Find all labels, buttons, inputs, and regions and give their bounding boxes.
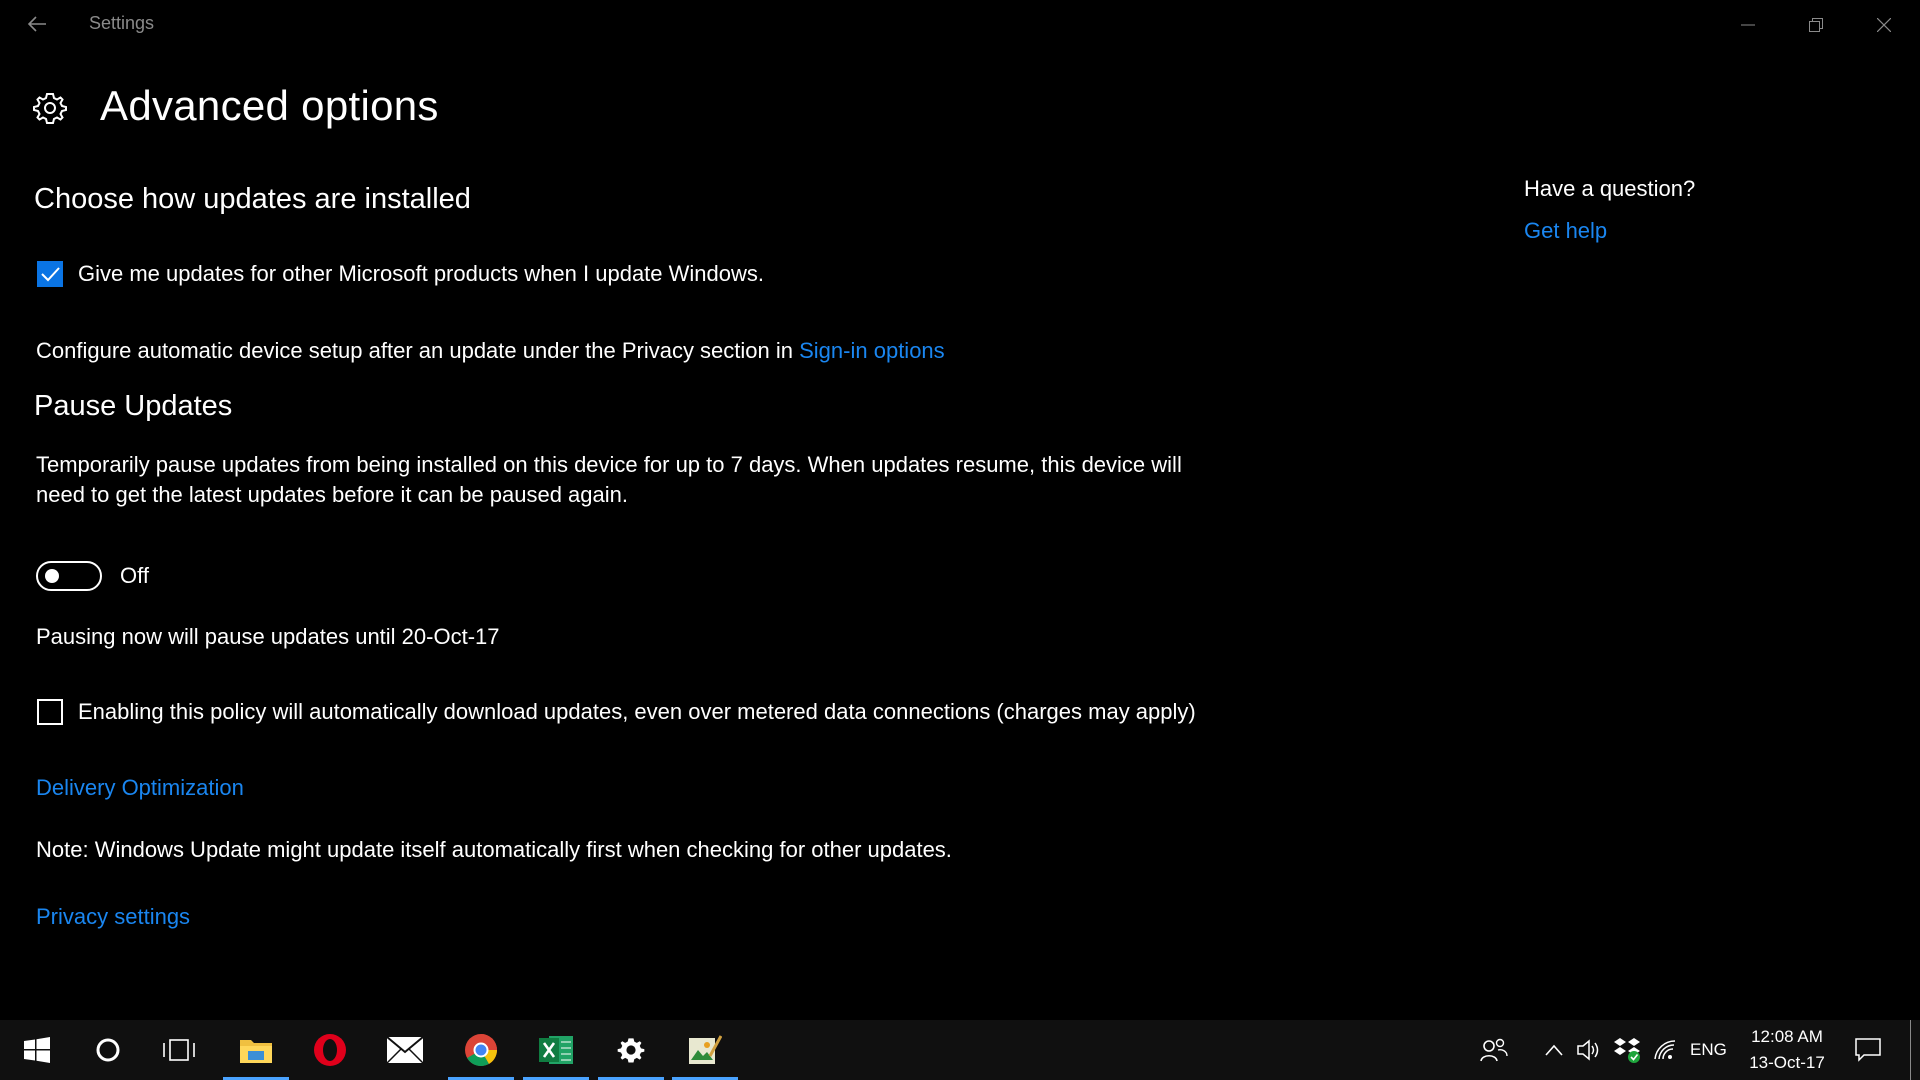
excel-icon [539,1036,573,1064]
pause-description-line-2: need to get the latest updates before it… [36,482,629,507]
page-title: Advanced options [100,82,439,129]
pause-updates-toggle[interactable] [36,561,102,591]
dropbox-icon [1614,1038,1640,1063]
clock-date: 13-Oct-17 [1749,1053,1825,1072]
excel-button[interactable] [519,1020,593,1080]
toggle-knob [45,569,59,583]
back-arrow-icon [27,16,46,32]
install-section-heading: Choose how updates are installed [34,183,471,215]
clock-time: 12:08 AM [1751,1027,1823,1046]
start-button[interactable] [0,1020,74,1080]
file-explorer-button[interactable] [219,1020,293,1080]
pause-description: Temporarily pause updates from being ins… [36,450,1182,510]
configure-text: Configure automatic device setup after a… [36,336,945,366]
chevron-up-icon [1545,1044,1563,1056]
privacy-settings-link[interactable]: Privacy settings [36,902,190,932]
chrome-icon [465,1034,498,1067]
gear-icon [32,90,68,126]
mail-button[interactable] [368,1020,442,1080]
people-button[interactable] [1466,1020,1522,1080]
update-note: Note: Windows Update might update itself… [36,837,952,862]
close-icon [1877,18,1891,32]
clock[interactable]: 12:08 AM 13-Oct-17 [1742,1024,1832,1076]
speaker-icon [1577,1039,1599,1061]
input-language-indicator[interactable]: ENG [1690,1040,1727,1060]
sign-in-options-link[interactable]: Sign-in options [799,338,945,363]
get-help-link[interactable]: Get help [1524,216,1607,246]
close-button[interactable] [1850,0,1918,50]
window-title: Settings [89,13,155,33]
cortana-button[interactable] [71,1020,145,1080]
mail-envelope-icon [387,1037,423,1063]
pause-until-text: Pausing now will pause updates until 20-… [36,624,500,649]
action-center-button[interactable] [1840,1020,1896,1080]
task-view-button[interactable] [142,1020,216,1080]
metered-connections-label[interactable]: Enabling this policy will automatically … [78,697,1196,727]
checkmark-icon [41,267,60,282]
minimize-icon [1741,24,1755,26]
network-button[interactable] [1643,1020,1689,1080]
pause-section-heading: Pause Updates [34,390,233,422]
notification-icon [1855,1038,1881,1062]
help-question: Have a question? [1524,176,1696,201]
people-icon [1480,1038,1508,1062]
settings-button[interactable] [594,1020,668,1080]
minimize-button[interactable] [1714,0,1782,50]
folder-icon [240,1040,272,1063]
pause-description-line-1: Temporarily pause updates from being ins… [36,452,1182,477]
configure-description: Configure automatic device setup after a… [36,338,800,363]
taskbar: ENG 12:08 AM 13-Oct-17 [0,1020,1920,1080]
windows-logo-icon [24,1037,50,1063]
cortana-circle-icon [96,1038,120,1062]
opera-button[interactable] [293,1020,367,1080]
show-desktop-button[interactable] [1910,1020,1920,1080]
restore-button[interactable] [1782,0,1850,50]
back-button[interactable] [18,6,56,42]
image-editor-button[interactable] [668,1020,742,1080]
opera-icon [314,1034,346,1066]
settings-gear-icon [617,1038,645,1063]
other-products-label[interactable]: Give me updates for other Microsoft prod… [78,259,764,289]
delivery-optimization-link[interactable]: Delivery Optimization [36,773,244,803]
chrome-button[interactable] [444,1020,518,1080]
metered-connections-checkbox[interactable] [37,699,63,725]
task-view-icon [163,1039,195,1061]
image-editor-icon [689,1035,722,1064]
pause-toggle-state: Off [120,563,149,588]
other-products-checkbox[interactable] [37,261,63,287]
wifi-icon [1654,1040,1676,1060]
restore-icon [1809,18,1823,32]
